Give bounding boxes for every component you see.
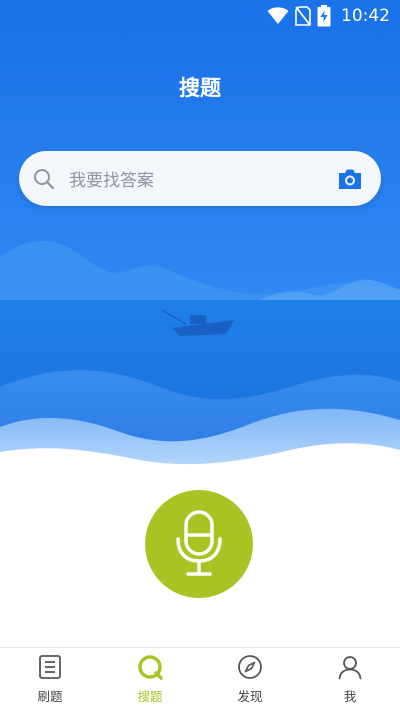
search-bar[interactable]: 我要找答案 (19, 151, 381, 206)
no-sim-icon (295, 6, 311, 26)
nav-item-search[interactable]: 搜题 (100, 648, 200, 712)
battery-charging-icon (317, 5, 331, 27)
page-title: 搜题 (179, 76, 221, 100)
nav-label-discover: 发现 (237, 689, 263, 704)
nav-item-practice[interactable]: 刷题 (0, 648, 100, 712)
wifi-icon (267, 7, 289, 24)
search-circle-icon (138, 655, 163, 680)
nav-label-search: 搜题 (137, 689, 163, 704)
search-input[interactable]: 我要找答案 (69, 166, 337, 191)
bottom-nav: 刷题 搜题 发现 我 (0, 647, 400, 712)
status-time: 10:42 (341, 6, 390, 26)
nav-item-me[interactable]: 我 (300, 648, 400, 712)
status-bar: 10:42 (0, 0, 400, 32)
compass-icon (238, 655, 262, 679)
list-icon (39, 655, 61, 679)
status-icons: 10:42 (267, 0, 390, 32)
microphone-icon (176, 510, 222, 576)
voice-search-button[interactable] (145, 490, 253, 598)
nav-item-discover[interactable]: 发现 (200, 648, 300, 712)
search-icon (34, 168, 55, 189)
nav-label-me: 我 (343, 689, 357, 704)
camera-icon[interactable] (337, 167, 363, 191)
nav-label-practice: 刷题 (37, 689, 63, 704)
user-icon (338, 656, 362, 680)
